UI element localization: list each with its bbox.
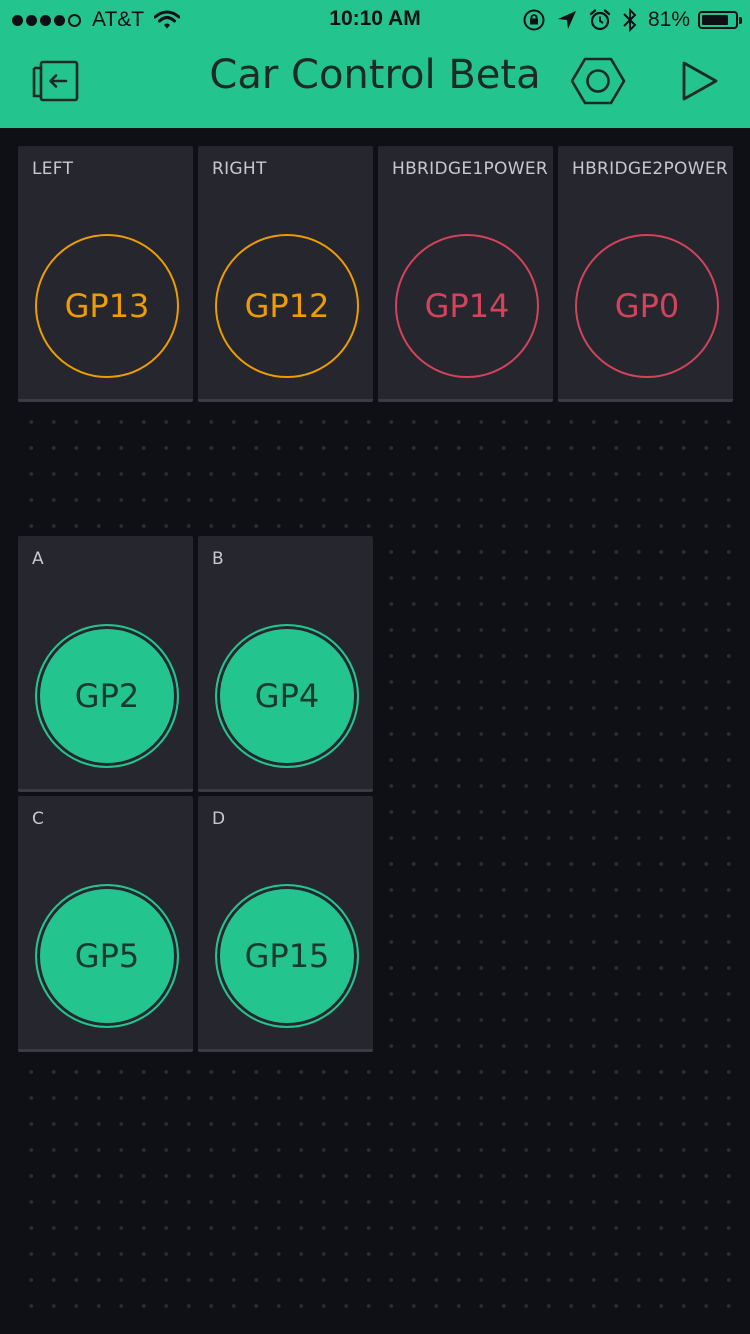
battery-icon (698, 11, 742, 29)
pin-button[interactable]: GP5 (35, 884, 179, 1028)
pin-button[interactable]: GP2 (35, 624, 179, 768)
play-icon (682, 61, 718, 101)
widget-canvas[interactable]: LEFT GP13 RIGHT GP12 HBRIDGE1POWER GP14 … (17, 145, 737, 1315)
alarm-icon (589, 9, 611, 31)
exit-project-button[interactable] (16, 40, 96, 122)
button-widget-right[interactable]: RIGHT GP12 (198, 146, 373, 402)
pin-button[interactable]: GP4 (215, 624, 359, 768)
widget-label: HBRIDGE2POWER (572, 159, 728, 179)
orientation-lock-icon (523, 9, 545, 31)
pin-button[interactable]: GP14 (395, 234, 539, 378)
widget-label: HBRIDGE1POWER (392, 159, 548, 179)
widget-label: RIGHT (212, 159, 267, 179)
hexagon-settings-icon (570, 57, 626, 105)
pin-button[interactable]: GP15 (215, 884, 359, 1028)
pin-button[interactable]: GP13 (35, 234, 179, 378)
button-widget-hbridge1power[interactable]: HBRIDGE1POWER GP14 (378, 146, 553, 402)
run-project-button[interactable] (660, 40, 740, 122)
location-arrow-icon (557, 11, 576, 29)
button-widget-left[interactable]: LEFT GP13 (18, 146, 193, 402)
project-settings-button[interactable] (558, 40, 638, 122)
button-widget-c[interactable]: C GP5 (18, 796, 193, 1052)
pin-button[interactable]: GP0 (575, 234, 719, 378)
exit-project-icon (32, 60, 79, 102)
navigation-bar: Car Control Beta (0, 40, 750, 128)
widget-label: A (32, 549, 44, 569)
status-bar: AT&T 10:10 AM 81% (0, 0, 750, 40)
widget-label: D (212, 809, 226, 829)
widget-label: LEFT (32, 159, 74, 179)
widget-label: B (212, 549, 224, 569)
page-title: Car Control Beta (209, 52, 541, 98)
button-widget-b[interactable]: B GP4 (198, 536, 373, 792)
battery-percentage: 81% (647, 8, 690, 31)
pin-button[interactable]: GP12 (215, 234, 359, 378)
bluetooth-icon (623, 7, 637, 33)
button-widget-d[interactable]: D GP15 (198, 796, 373, 1052)
button-widget-a[interactable]: A GP2 (18, 536, 193, 792)
button-widget-hbridge2power[interactable]: HBRIDGE2POWER GP0 (558, 146, 733, 402)
widget-label: C (32, 809, 45, 829)
app-header: AT&T 10:10 AM 81% Car Control Beta (0, 0, 750, 128)
